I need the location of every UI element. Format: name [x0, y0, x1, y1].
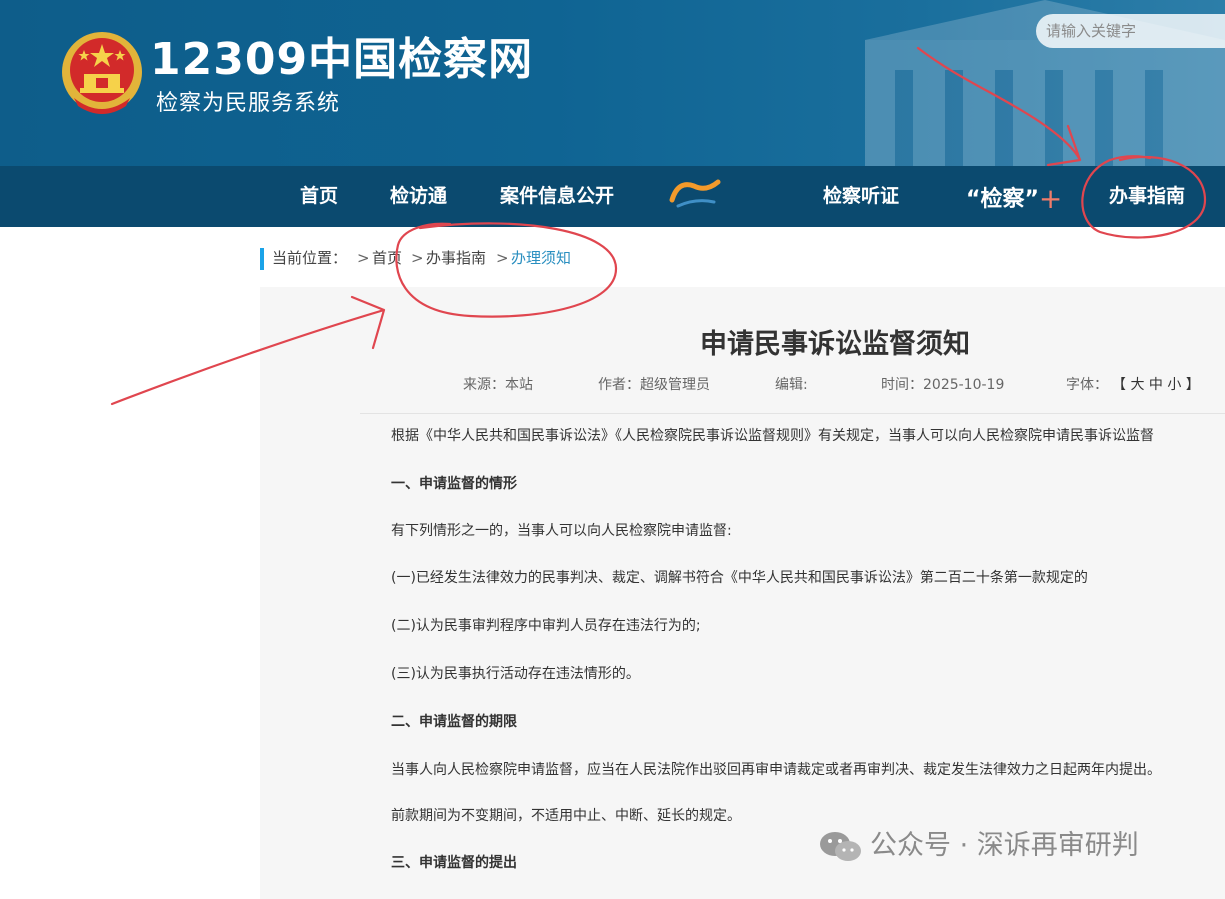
- breadcrumb-separator: >: [411, 249, 424, 267]
- font-size-selector[interactable]: 【 大 中 小 】: [1112, 374, 1200, 394]
- article-paragraph: 有下列情形之一的，当事人可以向人民检察院申请监督:: [391, 523, 732, 539]
- breadcrumb-guide[interactable]: 办事指南: [426, 247, 486, 269]
- section-heading: 一、申请监督的情形: [391, 476, 517, 492]
- search-input[interactable]: [1036, 14, 1225, 48]
- article-paragraph: (三)认为民事执行活动存在违法情形的。: [391, 666, 640, 682]
- divider: [360, 413, 1225, 414]
- procuratorate-logo-icon[interactable]: [668, 176, 728, 212]
- main-nav: 首页 检访通 案件信息公开 检察听证 “检察”+ 办事指南: [0, 166, 1225, 227]
- meta-editor: 编辑:: [775, 377, 808, 393]
- wechat-icon: [820, 831, 861, 861]
- wechat-watermark: 公众号 · 深诉再审研判: [818, 826, 1139, 866]
- plus-icon: +: [1038, 182, 1063, 215]
- nav-item-home[interactable]: 首页: [300, 166, 338, 227]
- nav-item-jiancha-plus[interactable]: “检察”+: [966, 166, 1062, 227]
- section-heading: 三、申请监督的提出: [391, 855, 517, 871]
- meta-source: 来源：本站: [463, 377, 533, 393]
- nav-item-jiancha-label: “检察”: [966, 187, 1039, 212]
- nav-item-case-info[interactable]: 案件信息公开: [500, 166, 614, 227]
- breadcrumb-separator: >: [357, 249, 370, 267]
- meta-author: 作者：超级管理员: [598, 377, 710, 393]
- article-title: 申请民事诉讼监督须知: [700, 329, 970, 360]
- article-paragraph: (一)已经发生法律效力的民事判决、裁定、调解书符合《中华人民共和国民事诉讼法》第…: [391, 570, 1088, 586]
- nav-item-jianfangtong[interactable]: 检访通: [390, 166, 447, 227]
- site-logo-title[interactable]: 12309中国检察网: [150, 32, 533, 88]
- breadcrumb-home[interactable]: 首页: [372, 247, 402, 269]
- article-paragraph: (二)认为民事审判程序中审判人员存在违法行为的;: [391, 618, 701, 634]
- watermark-text: 公众号 · 深诉再审研判: [870, 830, 1139, 861]
- meta-time: 时间：2025-10-19: [881, 377, 1005, 393]
- section-heading: 二、申请监督的期限: [391, 714, 517, 730]
- nav-item-hearing[interactable]: 检察听证: [823, 166, 899, 227]
- nav-item-guide[interactable]: 办事指南: [1109, 166, 1185, 227]
- site-logo-subtitle: 检察为民服务系统: [156, 91, 341, 116]
- meta-font-label: 字体：: [1066, 377, 1108, 393]
- site-header: 12309中国检察网 检察为民服务系统: [0, 0, 1225, 166]
- breadcrumb-accent: [260, 248, 264, 270]
- article-paragraph: 前款期间为不变期间，不适用中止、中断、延长的规定。: [391, 808, 741, 824]
- breadcrumb-separator: >: [496, 249, 509, 267]
- article-paragraph: 根据《中华人民共和国民事诉讼法》《人民检察院民事诉讼监督规则》有关规定，当事人可…: [391, 428, 1154, 444]
- breadcrumb-label: 当前位置：: [272, 249, 348, 267]
- breadcrumb-current[interactable]: 办理须知: [511, 247, 571, 269]
- article-paragraph: 当事人向人民检察院申请监督，应当在人民法院作出驳回再审申请裁定或者再审判决、裁定…: [391, 762, 1161, 778]
- national-emblem-icon: [62, 32, 142, 114]
